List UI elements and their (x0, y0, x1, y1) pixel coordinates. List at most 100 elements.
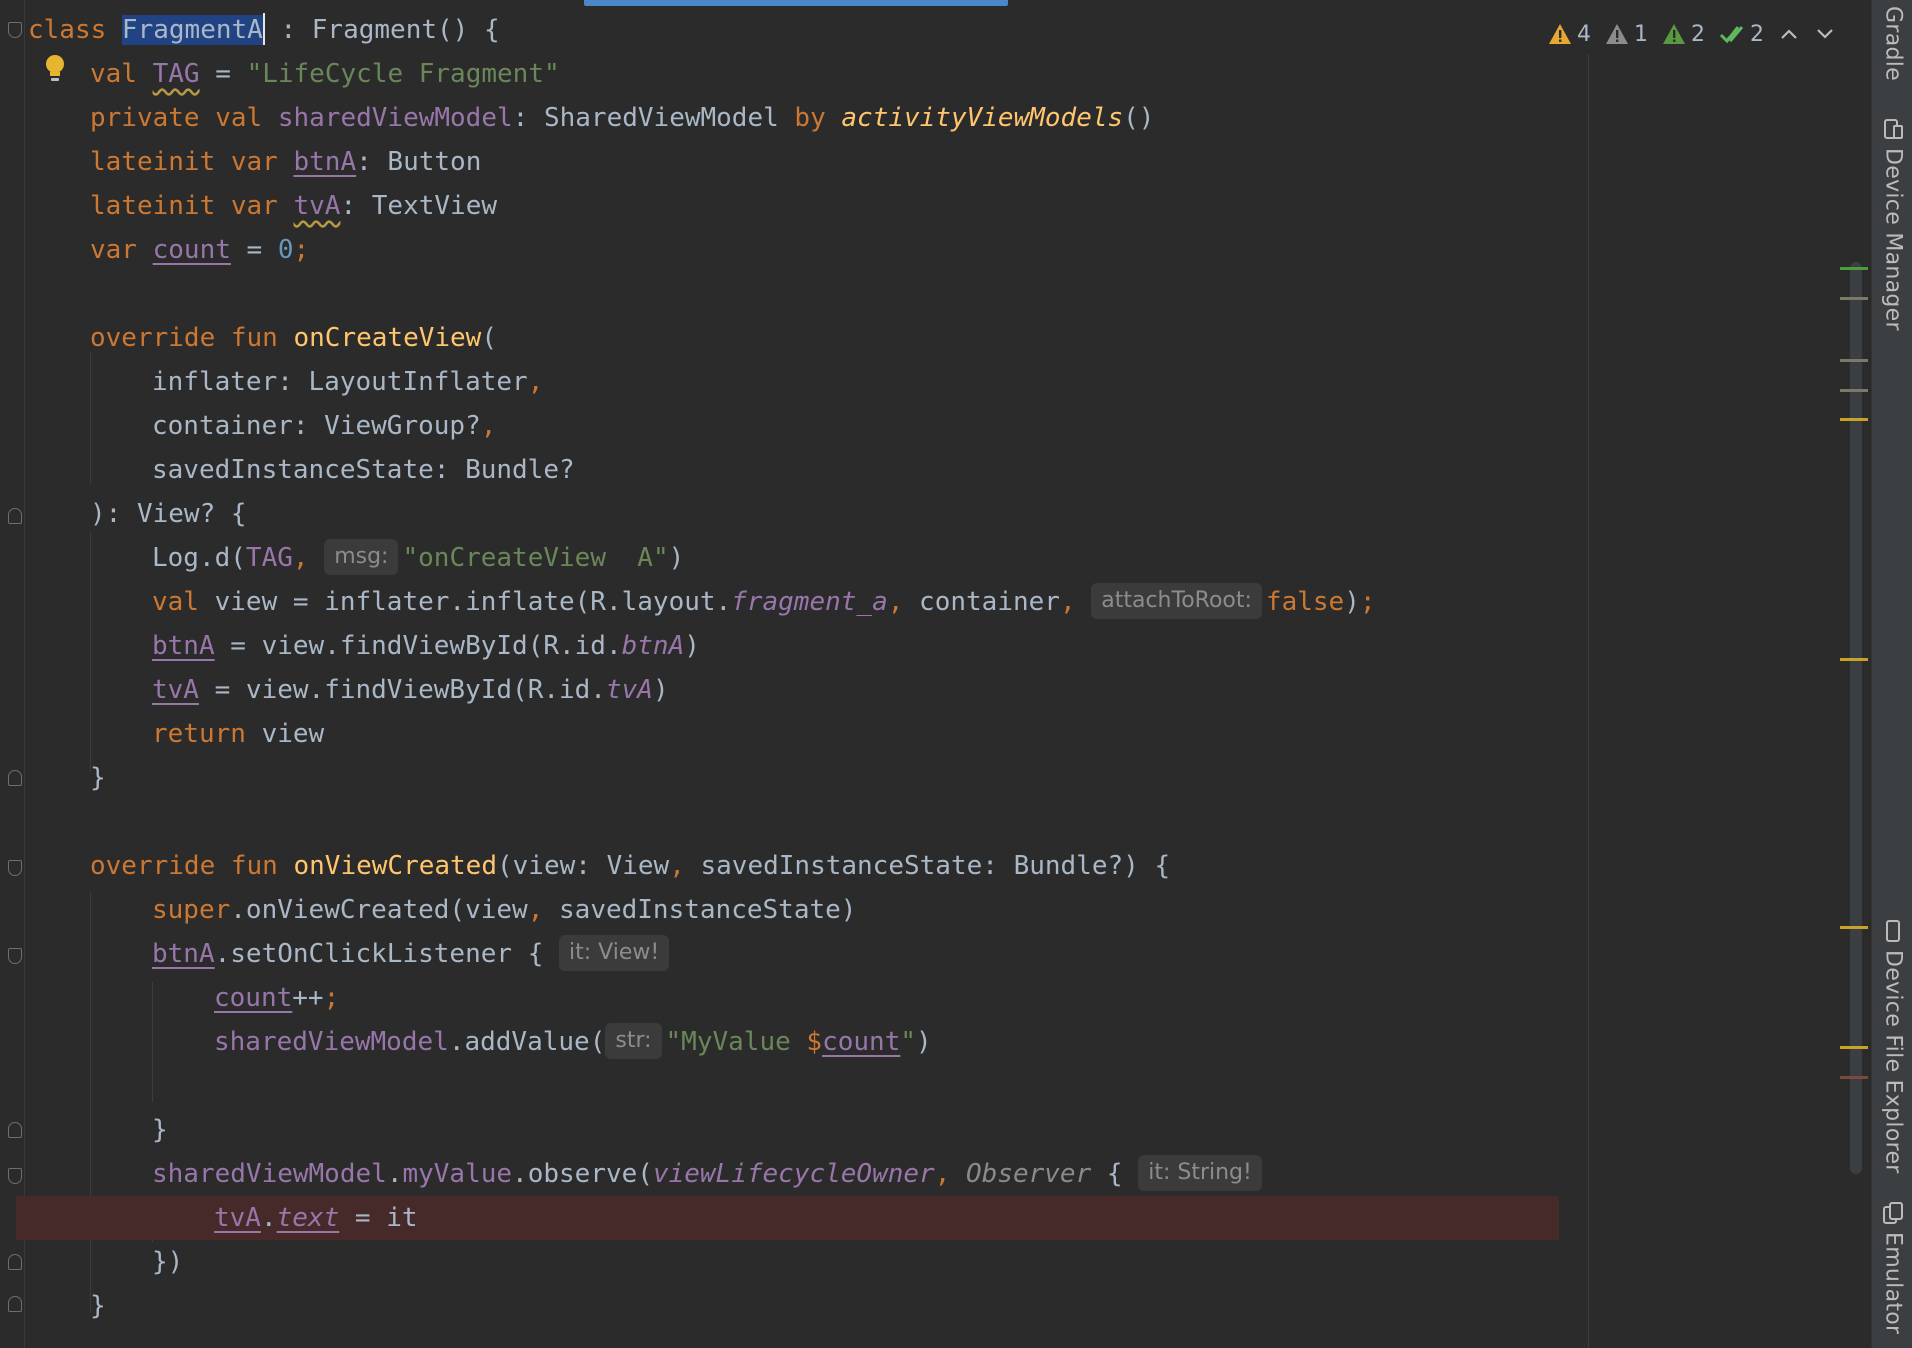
inlay-hint: it: String! (1138, 1154, 1262, 1191)
fold-marker-icon[interactable] (8, 508, 22, 524)
code-line-content: } (90, 756, 106, 800)
error-stripe-mark[interactable] (1840, 1046, 1868, 1049)
typos-count: 2 (1691, 21, 1705, 47)
previous-highlight-button[interactable] (1778, 23, 1800, 45)
error-stripe-mark[interactable] (1840, 658, 1868, 661)
inlay-hint: attachToRoot: (1091, 582, 1262, 619)
code-token: text (276, 1203, 340, 1233)
code-token: ) (1344, 587, 1360, 617)
tool-tab-gradle[interactable]: Gradle (1876, 6, 1910, 81)
typos-indicator[interactable]: 2 (1662, 22, 1705, 47)
code-token: , (527, 895, 560, 925)
code-token: count (214, 983, 293, 1013)
code-line-content: tvA.text = it (214, 1196, 418, 1240)
code-token: } (90, 1291, 106, 1321)
code-token: } (152, 1115, 168, 1145)
code-token: viewLifecycleOwner (652, 1159, 935, 1189)
code-token: "onCreateView A" (402, 543, 669, 573)
editor-gutter[interactable] (0, 0, 25, 1348)
chevron-down-icon (1817, 29, 1833, 39)
code-line-error-highlight[interactable]: tvA.text = it (16, 1196, 1559, 1240)
code-token: myValue (402, 1159, 513, 1189)
fold-marker-icon[interactable] (8, 1168, 22, 1184)
code-token: sharedViewModel (277, 103, 513, 133)
code-token: ) (668, 543, 685, 573)
right-margin-guide (1588, 50, 1589, 1348)
code-token: lateinit var (90, 147, 294, 177)
code-line-content: sharedViewModel.addValue(str: "MyValue $c… (214, 1020, 932, 1064)
code-line-content: tvA = view.findViewById(R.id.tvA) (152, 668, 669, 712)
code-editor[interactable]: class FragmentA : Fragment() {val TAG = … (0, 0, 1871, 1348)
error-stripe-mark[interactable] (1840, 267, 1868, 270)
code-line-content: btnA = view.findViewById(R.id.btnA) (152, 624, 700, 668)
inlay-hint: it: View! (559, 934, 670, 971)
warnings-indicator[interactable]: 4 (1548, 22, 1591, 47)
code-token: count (822, 1027, 901, 1057)
code-token: , (527, 367, 544, 397)
code-token: btnA (152, 631, 215, 661)
vertical-scrollbar[interactable] (1850, 262, 1862, 1174)
code-line-content: super.onViewCreated(view, savedInstanceS… (152, 888, 856, 932)
code-token: : Fragment() { (264, 15, 500, 45)
code-token: : SharedViewModel (512, 103, 795, 133)
fold-marker-icon[interactable] (8, 860, 22, 876)
fold-marker-icon[interactable] (8, 1296, 22, 1312)
code-token: ; (1359, 587, 1376, 617)
lightbulb-icon[interactable] (44, 54, 66, 84)
code-token: container (919, 587, 1060, 617)
code-line-content: val view = inflater.inflate(R.layout.fra… (152, 580, 1376, 624)
fold-marker-icon[interactable] (8, 1254, 22, 1270)
error-stripe-mark[interactable] (1840, 359, 1868, 362)
code-token: , (887, 587, 920, 617)
tool-tab-device-manager[interactable]: Device Manager (1876, 118, 1910, 331)
weak-warning-icon (1606, 24, 1628, 44)
code-token: FragmentA (121, 15, 263, 45)
warnings-count: 4 (1577, 21, 1591, 47)
code-token: Log.d( (152, 543, 246, 573)
code-token: ++ (292, 983, 324, 1013)
code-token: $ (806, 1027, 823, 1057)
code-token: private val (90, 103, 278, 133)
code-token: TAG (245, 543, 293, 573)
fold-marker-icon[interactable] (8, 1122, 22, 1138)
code-token: btnA (152, 939, 215, 969)
code-token: count (152, 235, 231, 265)
code-token: .addValue( (448, 1027, 606, 1057)
code-line-content: container: ViewGroup?, (152, 404, 496, 448)
code-token: = it (339, 1203, 418, 1233)
code-token: , (480, 411, 497, 441)
tool-tab-device-file-explorer[interactable]: Device File Explorer (1876, 920, 1910, 1174)
code-line-content: inflater: LayoutInflater, (152, 360, 543, 404)
code-token: activityViewModels (841, 103, 1124, 133)
code-token: btnA (293, 147, 357, 177)
inlay-hint: str: (605, 1022, 662, 1059)
fold-marker-icon[interactable] (8, 948, 22, 964)
indent-guide (152, 982, 153, 1102)
tool-tab-label: Gradle (1880, 6, 1906, 81)
code-token: view = inflater.inflate(R.layout. (214, 587, 732, 617)
tool-tab-label: Emulator (1880, 1232, 1906, 1335)
code-line-content: Log.d(TAG, msg: "onCreateView A") (152, 536, 684, 580)
code-line-content: btnA.setOnClickListener { it: View! (152, 932, 673, 976)
ok-indicator[interactable]: 2 (1719, 22, 1764, 47)
inspection-widget[interactable]: 4 1 2 2 (1540, 14, 1844, 54)
code-token: tvA (605, 675, 653, 705)
tool-tab-emulator[interactable]: Emulator (1876, 1202, 1910, 1334)
error-stripe-mark[interactable] (1840, 297, 1868, 300)
code-token: = (199, 59, 247, 89)
code-token: ) (652, 675, 669, 705)
fold-marker-icon[interactable] (8, 22, 22, 38)
indent-guide (90, 532, 91, 772)
error-stripe-mark[interactable] (1840, 1076, 1868, 1079)
next-highlight-button[interactable] (1814, 23, 1836, 45)
error-stripe-mark[interactable] (1840, 389, 1868, 392)
code-token: = view.findViewById(R.id. (214, 631, 622, 661)
fold-marker-icon[interactable] (8, 770, 22, 786)
code-token: " (900, 1027, 917, 1057)
code-token: tvA (152, 675, 199, 705)
error-stripe-mark[interactable] (1840, 418, 1868, 421)
code-token: val (152, 587, 215, 617)
weak-warnings-indicator[interactable]: 1 (1605, 22, 1648, 47)
code-token: , (669, 851, 701, 881)
error-stripe-mark[interactable] (1840, 926, 1868, 929)
